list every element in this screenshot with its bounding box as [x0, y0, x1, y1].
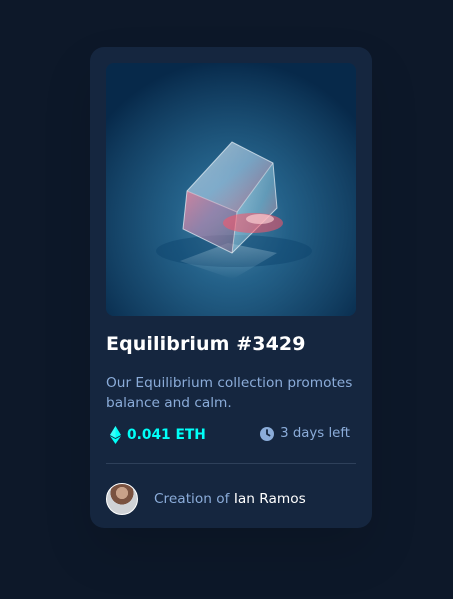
nft-description: Our Equilibrium collection promotes bala…: [106, 375, 353, 411]
nft-stats: 0.041 ETH 3 days left: [106, 426, 356, 448]
clock-icon: [260, 426, 275, 441]
nft-preview-card: Equilibrium #3429 Our Equilibrium collec…: [90, 47, 372, 528]
creator-text: Creation of Ian Ramos: [154, 491, 306, 507]
divider: [106, 463, 356, 464]
price-value: 0.041 ETH: [127, 427, 206, 443]
time-left-value: 3 days left: [280, 426, 350, 441]
ethereum-icon: [110, 426, 121, 444]
nft-image[interactable]: [106, 63, 356, 316]
avatar: [106, 482, 138, 515]
nft-title[interactable]: Equilibrium #3429: [106, 333, 306, 355]
creator: Creation of Ian Ramos: [106, 482, 306, 515]
creator-name-link[interactable]: Ian Ramos: [234, 491, 306, 507]
creator-label: Creation of: [154, 490, 230, 507]
time-left: 3 days left: [260, 426, 350, 441]
price: 0.041 ETH: [110, 426, 206, 444]
